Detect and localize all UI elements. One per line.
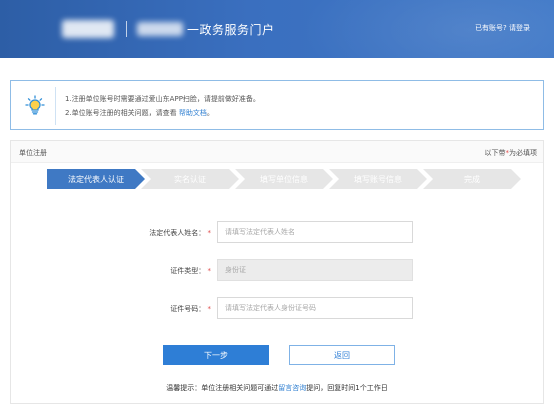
id-number-input[interactable] [217, 297, 413, 319]
id-type-field [217, 259, 413, 281]
required-asterisk: * [207, 267, 212, 275]
lightbulb-icon [25, 95, 45, 115]
id-number-label: 证件号码： * [170, 304, 211, 314]
help-doc-link[interactable]: 帮助文档 [179, 109, 207, 117]
logo-emblem-blurred [62, 20, 114, 38]
required-hint-prefix: 以下带 [484, 149, 506, 157]
region-name-blurred [137, 22, 183, 36]
login-link[interactable]: 已有账号? 请登录 [475, 23, 530, 33]
required-asterisk: * [207, 305, 212, 313]
step-unit-info: 填写单位信息 [235, 169, 333, 189]
legal-rep-name-label: 法定代表人姓名： * [149, 228, 211, 238]
legal-rep-name-input[interactable] [217, 221, 413, 243]
notice-line-2: 2.单位账号注册的相关问题，请查看 帮助文档。 [65, 106, 260, 120]
portal-title: 一政务服务门户 [187, 22, 275, 37]
step-legal-rep-auth: 法定代表人认证 [47, 169, 145, 189]
panel-header: 单位注册 以下带*为必填项 [11, 141, 543, 163]
back-button[interactable]: 返回 [289, 345, 395, 365]
next-step-button[interactable]: 下一步 [163, 345, 269, 365]
required-hint: 以下带*为必填项 [485, 148, 538, 158]
warm-tip-suffix: 提问，回复时间1个工作日 [306, 384, 388, 392]
required-hint-suffix: 为必填项 [509, 149, 537, 157]
site-logo[interactable]: 一政务服务门户 [62, 18, 275, 40]
id-type-label: 证件类型： * [170, 266, 211, 276]
form-row-idnum: 证件号码： * [11, 297, 543, 319]
notice-divider [55, 87, 56, 125]
required-asterisk: * [207, 229, 212, 237]
notice-text: 1.注册单位账号时需要通过爱山东APP扫脸，请提前做好准备。 2.单位账号注册的… [65, 92, 260, 120]
form-row-idtype: 证件类型： * [11, 259, 543, 281]
logo-divider [126, 21, 127, 37]
notice-box: 1.注册单位账号时需要通过爱山东APP扫脸，请提前做好准备。 2.单位账号注册的… [10, 80, 544, 130]
form-row-name: 法定代表人姓名： * [11, 221, 543, 243]
step-complete: 完成 [423, 169, 521, 189]
notice-line-2-text: 2.单位账号注册的相关问题，请查看 [65, 109, 177, 117]
progress-steps: 法定代表人认证 实名认证 填写单位信息 填写账号信息 完成 [47, 169, 521, 189]
site-header: 一政务服务门户 已有账号? 请登录 [0, 0, 554, 58]
step-account-info: 填写账号信息 [329, 169, 427, 189]
notice-line-2-end: 。 [206, 109, 214, 117]
panel-title: 单位注册 [19, 149, 47, 157]
message-consult-link[interactable]: 留言咨询 [278, 384, 306, 392]
id-type-label-text: 证件类型： [170, 267, 206, 275]
registration-panel: 单位注册 以下带*为必填项 法定代表人认证 实名认证 填写单位信息 填写账号信息… [10, 140, 544, 404]
notice-line-1: 1.注册单位账号时需要通过爱山东APP扫脸，请提前做好准备。 [65, 95, 260, 103]
warm-tip: 温馨提示：单位注册相关问题可通过留言咨询提问，回复时间1个工作日 [11, 383, 543, 393]
step-realname-auth: 实名认证 [141, 169, 239, 189]
warm-tip-prefix: 温馨提示：单位注册相关问题可通过 [166, 384, 279, 392]
id-number-label-text: 证件号码： [170, 305, 206, 313]
legal-rep-name-label-text: 法定代表人姓名： [149, 229, 206, 237]
